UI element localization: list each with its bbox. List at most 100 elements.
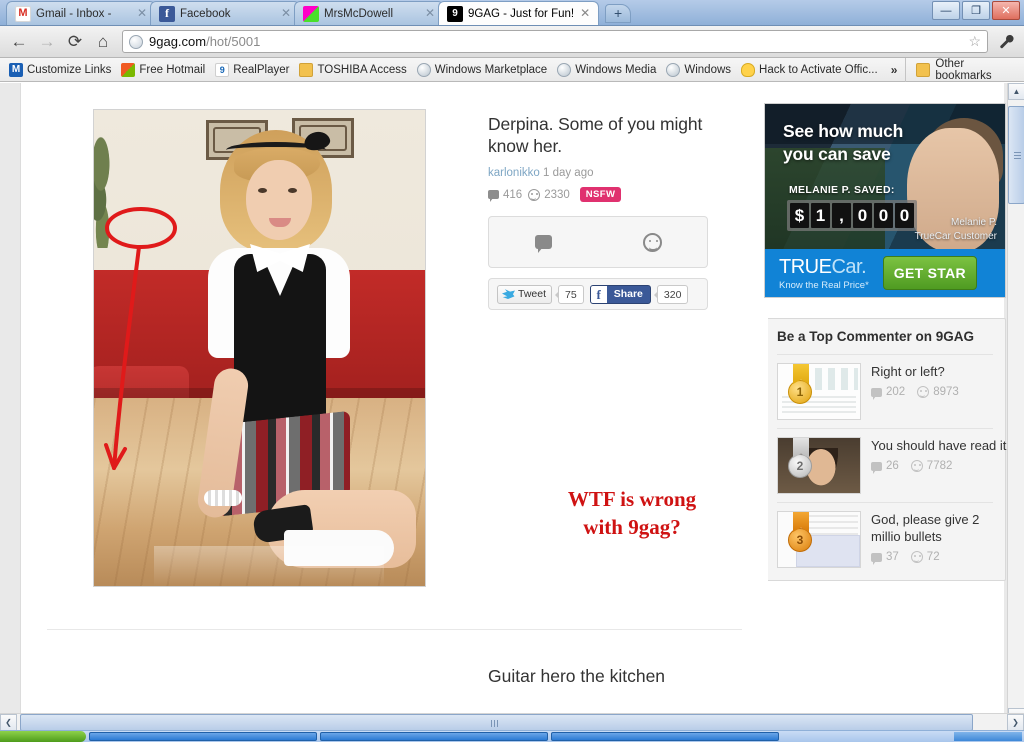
close-icon[interactable]: ✕ xyxy=(279,7,293,21)
msn-icon: M xyxy=(9,62,23,77)
other-bookmarks-button[interactable]: Other bookmarks xyxy=(905,57,1020,82)
close-window-button[interactable]: ✕ xyxy=(992,1,1020,20)
horizontal-scroll-track[interactable] xyxy=(17,713,1007,731)
browser-tab-mrsmcdowell[interactable]: MrsMcDowell ✕ xyxy=(294,1,444,25)
windows-taskbar xyxy=(0,730,1024,742)
taskbar-item[interactable] xyxy=(551,732,779,741)
top-commenter-panel: Be a Top Commenter on 9GAG 1 Right or le… xyxy=(764,318,1006,581)
list-item[interactable]: 2 You should have read it 26 7782 xyxy=(777,428,1006,502)
bookmark-windows-media[interactable]: Windows Media xyxy=(552,61,661,79)
scroll-left-button[interactable]: ❮ xyxy=(0,713,17,731)
facebook-share-button[interactable]: f Share xyxy=(589,284,651,304)
close-icon[interactable]: ✕ xyxy=(423,7,437,21)
bookmark-star-icon[interactable]: ☆ xyxy=(968,33,981,50)
truecar-true: TRUE xyxy=(779,255,832,278)
twitter-bird-icon xyxy=(502,289,515,300)
bookmark-free-hotmail[interactable]: Free Hotmail xyxy=(116,61,210,79)
point-count-value: 2330 xyxy=(544,188,570,201)
list-item-title[interactable]: God, please give 2 millio bullets xyxy=(871,511,993,545)
close-icon[interactable]: ✕ xyxy=(135,7,149,21)
list-item-comment-count: 26 xyxy=(871,460,899,474)
browser-tab-gmail[interactable]: M Gmail - Inbox - ✕ xyxy=(6,1,156,25)
scroll-up-button[interactable]: ▲ xyxy=(1008,83,1024,100)
truecar-ad[interactable]: See how much you can save MELANIE P. SAV… xyxy=(764,103,1006,298)
new-tab-button[interactable]: + xyxy=(605,4,632,23)
bookmarks-overflow-button[interactable]: » xyxy=(891,63,898,77)
forward-button[interactable]: → xyxy=(34,29,60,55)
bookmark-toshiba-access[interactable]: TOSHIBA Access xyxy=(294,61,411,79)
list-item-body: God, please give 2 millio bullets 37 72 xyxy=(871,511,993,568)
list-item-point-count: 72 xyxy=(910,551,940,563)
bookmark-windows[interactable]: Windows xyxy=(661,61,736,79)
comment-button[interactable] xyxy=(489,217,598,267)
comment-icon xyxy=(488,190,499,202)
tweet-label: Tweet xyxy=(518,288,547,300)
post-point-count: 2330 xyxy=(528,188,570,201)
smiley-icon xyxy=(643,232,662,252)
gmail-icon: M xyxy=(15,5,31,22)
bookmark-label: Windows Media xyxy=(575,63,657,76)
list-item-body: You should have read it 26 7782 xyxy=(871,437,1006,494)
comment-icon xyxy=(871,552,882,565)
bookmark-realplayer[interactable]: 9 RealPlayer xyxy=(210,61,294,79)
vertical-scroll-thumb[interactable] xyxy=(1008,106,1024,204)
tweet-count: 75 xyxy=(555,284,584,304)
bookmark-windows-marketplace[interactable]: Windows Marketplace xyxy=(412,61,552,79)
taskbar-item[interactable] xyxy=(89,732,317,741)
start-button[interactable] xyxy=(0,731,86,742)
horizontal-scroll-thumb[interactable] xyxy=(20,713,973,731)
bookmark-hack-activate-office[interactable]: Hack to Activate Offic... xyxy=(736,61,883,79)
system-tray[interactable] xyxy=(954,732,1022,741)
address-bar[interactable]: 9gag.com/hot/5001 ☆ xyxy=(122,30,988,53)
post-author-link[interactable]: karlonikko xyxy=(488,167,540,179)
post-comment-count: 416 xyxy=(488,189,522,202)
list-item-comment-count: 202 xyxy=(871,386,905,400)
browser-tab-9gag[interactable]: 9 9GAG - Just for Fun! ✕ xyxy=(438,1,600,25)
9gag-page: Derpina. Some of you might know her. kar… xyxy=(20,83,1006,718)
horizontal-scrollbar[interactable]: ❮ ❯ xyxy=(0,713,1024,731)
post-title[interactable]: Derpina. Some of you might know her. xyxy=(488,113,710,157)
bronze-medal-icon: 3 xyxy=(788,512,814,556)
photo-subject xyxy=(172,118,416,586)
browser-tab-facebook[interactable]: f Facebook ✕ xyxy=(150,1,300,25)
smiley-icon xyxy=(910,551,923,563)
smiley-icon xyxy=(910,460,923,472)
home-button[interactable]: ⌂ xyxy=(90,29,116,55)
odometer-digit: 0 xyxy=(853,203,872,228)
ad-headline-line-2: you can save xyxy=(783,144,891,164)
tab-title: MrsMcDowell xyxy=(324,7,393,20)
restore-button[interactable]: ❐ xyxy=(962,1,990,20)
list-item[interactable]: 3 God, please give 2 millio bullets 37 7… xyxy=(777,502,993,576)
back-button[interactable]: ← xyxy=(6,29,32,55)
post-image[interactable] xyxy=(93,109,426,587)
main-content-column: Derpina. Some of you might know her. kar… xyxy=(21,83,768,687)
ad-odometer: $ 1 , 0 0 0 xyxy=(787,200,917,231)
odometer-digit: 1 xyxy=(811,203,830,228)
odometer-digit: 0 xyxy=(874,203,893,228)
mrsmcdowell-icon xyxy=(303,5,319,22)
taskbar-item[interactable] xyxy=(320,732,548,741)
next-post-body-clipped xyxy=(93,666,426,687)
close-icon[interactable]: ✕ xyxy=(578,7,592,21)
bookmark-customize-links[interactable]: M Customize Links xyxy=(4,61,116,79)
vertical-scrollbar[interactable]: ▲ ▼ xyxy=(1007,83,1024,725)
list-item[interactable]: 1 Right or left? 202 8973 xyxy=(777,354,993,428)
comment-icon xyxy=(871,387,882,400)
ad-cta-button[interactable]: GET STAR xyxy=(882,256,977,290)
browser-window: M Gmail - Inbox - ✕ f Facebook ✕ MrsMcDo… xyxy=(0,0,1024,742)
next-post-title[interactable]: Guitar hero the kitchen xyxy=(488,666,728,687)
9gag-icon: 9 xyxy=(447,5,463,22)
minimize-button[interactable]: — xyxy=(932,1,960,20)
list-item-title[interactable]: Right or left? xyxy=(871,363,993,380)
scroll-right-button[interactable]: ❯ xyxy=(1007,713,1024,731)
list-item-comment-count: 37 xyxy=(871,551,899,565)
bookmark-label: Customize Links xyxy=(27,63,112,76)
react-button[interactable] xyxy=(598,217,707,267)
tweet-button[interactable]: Tweet xyxy=(497,284,553,304)
list-item-title[interactable]: You should have read it xyxy=(871,437,1006,454)
bookmark-label: Windows Marketplace xyxy=(434,63,548,76)
silver-medal-icon: 2 xyxy=(788,438,814,482)
reload-button[interactable]: ⟳ xyxy=(62,29,88,55)
ad-headline-line-1: See how much xyxy=(783,121,904,141)
wrench-menu-icon[interactable] xyxy=(994,29,1018,55)
